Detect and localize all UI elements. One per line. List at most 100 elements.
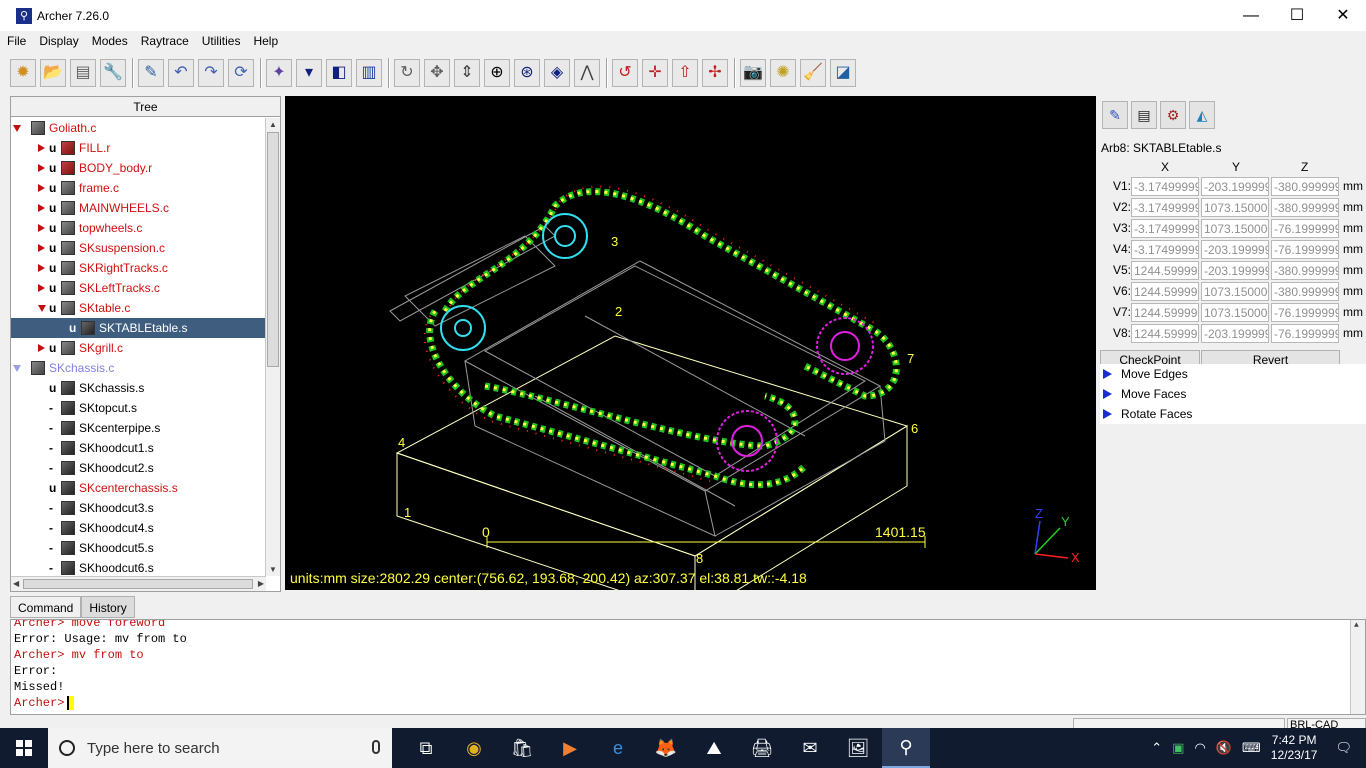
vertex-x-input[interactable] [1131, 198, 1199, 217]
tree-row[interactable]: - SKhoodcut5.s [11, 538, 266, 558]
new-button[interactable]: ✹ [10, 59, 36, 87]
menu-display[interactable]: Display [39, 34, 78, 48]
edge-taskbar-button[interactable]: e [594, 728, 642, 768]
microphone-icon[interactable] [372, 740, 380, 754]
scanner-taskbar-button[interactable]: 🖨 [738, 728, 786, 768]
vertex-x-input[interactable] [1131, 303, 1199, 322]
vertex-z-input[interactable] [1271, 198, 1339, 217]
console-scrollbar[interactable]: ▲ [1350, 620, 1365, 714]
expand-icon[interactable] [38, 204, 45, 212]
tree-row[interactable]: u MAINWHEELS.c [11, 198, 266, 218]
vertex-y-input[interactable] [1201, 324, 1269, 343]
scale-view-button[interactable]: ⇕ [454, 59, 480, 87]
tree-row[interactable]: u SKRightTracks.c [11, 258, 266, 278]
expand-icon[interactable] [38, 224, 45, 232]
photos-taskbar-button[interactable]: ⛰ [690, 728, 738, 768]
vertex-y-input[interactable] [1201, 303, 1269, 322]
vertex-y-input[interactable] [1201, 177, 1269, 196]
vertex-x-input[interactable] [1131, 282, 1199, 301]
revert-button[interactable]: ⟳ [228, 59, 254, 87]
checkpoint-button[interactable]: ✎ [138, 59, 164, 87]
tree-row[interactable]: - SKtopcut.s [11, 398, 266, 418]
vertex-z-input[interactable] [1271, 261, 1339, 280]
tree-row[interactable]: u SKTABLEtable.s [11, 318, 266, 338]
vertex-y-input[interactable] [1201, 198, 1269, 217]
vertex-z-input[interactable] [1271, 324, 1339, 343]
clear-button[interactable]: 🧹 [800, 59, 826, 87]
operation-move-edges[interactable]: Move Edges [1100, 364, 1366, 384]
tree-row[interactable]: - SKhoodcut1.s [11, 438, 266, 458]
sun-button[interactable]: ✺ [770, 59, 796, 87]
vertex-x-input[interactable] [1131, 240, 1199, 259]
notifications-icon[interactable]: 🗨 [1335, 740, 1352, 756]
measure-button[interactable]: ◈ [544, 59, 570, 87]
vertex-z-input[interactable] [1271, 303, 1339, 322]
vertex-x-input[interactable] [1131, 177, 1199, 196]
search-box[interactable]: Type here to search [48, 728, 392, 768]
dropdown-button[interactable]: ▾ [296, 59, 322, 87]
edit-translate-button[interactable]: ✛ [642, 59, 668, 87]
gear-tool-button[interactable]: ⚙ [1160, 101, 1186, 129]
chevron-up-icon[interactable]: ⌃ [1151, 740, 1162, 756]
edit-wizard-button[interactable]: ◪ [830, 59, 856, 87]
expand-icon[interactable] [38, 184, 45, 192]
tree-row[interactable]: u SKtable.c [11, 298, 266, 318]
tree-row[interactable]: u SKLeftTracks.c [11, 278, 266, 298]
expand-icon[interactable] [38, 144, 45, 152]
menu-modes[interactable]: Modes [92, 34, 128, 48]
revert-button[interactable]: Revert [1201, 350, 1340, 364]
edit-rotate-button[interactable]: ↺ [612, 59, 638, 87]
expand-icon[interactable] [38, 244, 45, 252]
redo-button[interactable]: ↷ [198, 59, 224, 87]
collapse-icon[interactable] [13, 365, 21, 372]
table-tool-button[interactable]: ▤ [1131, 101, 1157, 129]
tree-row[interactable]: u frame.c [11, 178, 266, 198]
edit-center-button[interactable]: ✢ [702, 59, 728, 87]
scroll-right-icon[interactable]: ▶ [258, 579, 264, 588]
rotate-view-button[interactable]: ↻ [394, 59, 420, 87]
save-button[interactable]: ▤ [70, 59, 96, 87]
map-tool-button[interactable]: ◭ [1189, 101, 1215, 129]
command-console[interactable]: ▲ Archer> move foreword Error: Usage: mv … [10, 619, 1366, 715]
vertex-z-input[interactable] [1271, 282, 1339, 301]
open-button[interactable]: 📂 [40, 59, 66, 87]
minimize-icon[interactable]: — [1228, 0, 1274, 31]
mail-taskbar-button[interactable]: ✉ [786, 728, 834, 768]
tree-row[interactable]: - SKhoodcut2.s [11, 458, 266, 478]
scroll-left-icon[interactable]: ◀ [13, 579, 19, 588]
vertex-y-input[interactable] [1201, 219, 1269, 238]
viewport-4-button[interactable]: ▥ [356, 59, 382, 87]
tree-row[interactable]: u SKsuspension.c [11, 238, 266, 258]
keyboard-icon[interactable]: ⌨ [1242, 740, 1261, 756]
expand-icon[interactable] [38, 284, 45, 292]
tree-row[interactable]: Goliath.c [11, 118, 266, 138]
scroll-thumb[interactable] [23, 579, 253, 589]
tree-row[interactable]: u FILL.r [11, 138, 266, 158]
volume-mute-icon[interactable]: 🔇 [1216, 740, 1232, 756]
compass-button[interactable]: ⋀ [574, 59, 600, 87]
tree-row[interactable]: - SKcenterpipe.s [11, 418, 266, 438]
tab-history[interactable]: History [81, 596, 135, 618]
preferences-button[interactable]: 🔧 [100, 59, 126, 87]
menu-utilities[interactable]: Utilities [202, 34, 241, 48]
archer-taskbar-button[interactable]: ⚲ [882, 728, 930, 768]
image-taskbar-button[interactable]: 🖼 [834, 728, 882, 768]
vertex-x-input[interactable] [1131, 219, 1199, 238]
tree-row[interactable]: - SKhoodcut6.s [11, 558, 266, 576]
edit-scale-button[interactable]: ⇧ [672, 59, 698, 87]
menu-help[interactable]: Help [253, 34, 278, 48]
vertex-z-input[interactable] [1271, 240, 1339, 259]
wifi-icon[interactable]: ◠ [1194, 740, 1205, 756]
graphics-viewport[interactable]: 3 2 4 1 6 7 8 0 1401.15 Z Y X units:mm s… [285, 96, 1096, 590]
tab-command[interactable]: Command [10, 596, 82, 618]
collapse-icon[interactable] [38, 305, 46, 312]
vertex-z-input[interactable] [1271, 219, 1339, 238]
store-taskbar-button[interactable]: 🛍 [498, 728, 546, 768]
vertex-y-input[interactable] [1201, 282, 1269, 301]
onenote-icon[interactable]: ▣ [1172, 740, 1184, 756]
undo-button[interactable]: ↶ [168, 59, 194, 87]
tree-row[interactable]: u topwheels.c [11, 218, 266, 238]
expand-icon[interactable] [38, 164, 45, 172]
scroll-down-icon[interactable]: ▼ [269, 565, 277, 574]
tree-vertical-scrollbar[interactable]: ▲ ▼ [265, 118, 280, 576]
